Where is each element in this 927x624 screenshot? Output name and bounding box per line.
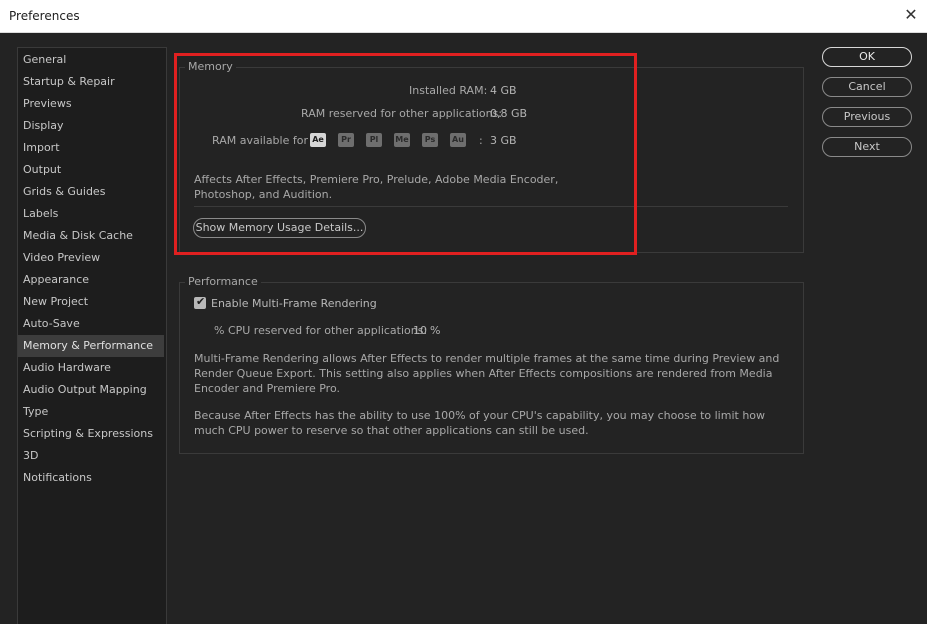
mfr-desc-line2: Render Queue Export. This setting also a…: [194, 367, 773, 380]
sidebar-item-audio-hardware[interactable]: Audio Hardware: [18, 357, 164, 379]
sidebar-item-notifications[interactable]: Notifications: [18, 467, 164, 489]
close-icon[interactable]: ✕: [903, 6, 919, 24]
sidebar-item-import[interactable]: Import: [18, 137, 164, 159]
sidebar-item-general[interactable]: General: [18, 49, 164, 71]
mfr-desc-line1: Multi-Frame Rendering allows After Effec…: [194, 352, 780, 365]
cancel-button[interactable]: Cancel: [822, 77, 912, 97]
performance-group-title: Performance: [185, 275, 261, 288]
sidebar-item-3d[interactable]: 3D: [18, 445, 164, 467]
sidebar-item-output[interactable]: Output: [18, 159, 164, 181]
cpu-reserved-value[interactable]: 10: [413, 324, 427, 337]
cpu-desc-line1: Because After Effects has the ability to…: [194, 409, 766, 422]
mfr-desc-line3: Encoder and Premiere Pro.: [194, 382, 340, 395]
sidebar-item-memory-performance[interactable]: Memory & Performance: [18, 335, 164, 357]
sidebar-item-grids-guides[interactable]: Grids & Guides: [18, 181, 164, 203]
highlight-box: [174, 53, 637, 255]
sidebar-item-previews[interactable]: Previews: [18, 93, 164, 115]
sidebar-item-labels[interactable]: Labels: [18, 203, 164, 225]
sidebar-item-media-disk-cache[interactable]: Media & Disk Cache: [18, 225, 164, 247]
ok-button[interactable]: OK: [822, 47, 912, 67]
next-button[interactable]: Next: [822, 137, 912, 157]
title-bar: Preferences ✕: [0, 0, 927, 33]
preferences-sidebar: General Startup & Repair Previews Displa…: [17, 47, 167, 624]
sidebar-item-display[interactable]: Display: [18, 115, 164, 137]
sidebar-item-new-project[interactable]: New Project: [18, 291, 164, 313]
check-icon: ✔: [196, 295, 206, 308]
sidebar-item-scripting-expressions[interactable]: Scripting & Expressions: [18, 423, 164, 445]
sidebar-item-audio-output-mapping[interactable]: Audio Output Mapping: [18, 379, 164, 401]
mfr-label[interactable]: Enable Multi-Frame Rendering: [211, 297, 377, 310]
mfr-checkbox[interactable]: ✔: [194, 295, 206, 309]
cpu-reserved-unit: %: [430, 324, 441, 337]
cpu-reserved-label: % CPU reserved for other applications:: [214, 324, 428, 337]
sidebar-item-auto-save[interactable]: Auto-Save: [18, 313, 164, 335]
previous-button[interactable]: Previous: [822, 107, 912, 127]
sidebar-item-type[interactable]: Type: [18, 401, 164, 423]
window-title: Preferences: [9, 9, 80, 23]
sidebar-item-startup-repair[interactable]: Startup & Repair: [18, 71, 164, 93]
sidebar-item-video-preview[interactable]: Video Preview: [18, 247, 164, 269]
cpu-desc-line2: much CPU power to reserve so that other …: [194, 424, 589, 437]
sidebar-item-appearance[interactable]: Appearance: [18, 269, 164, 291]
